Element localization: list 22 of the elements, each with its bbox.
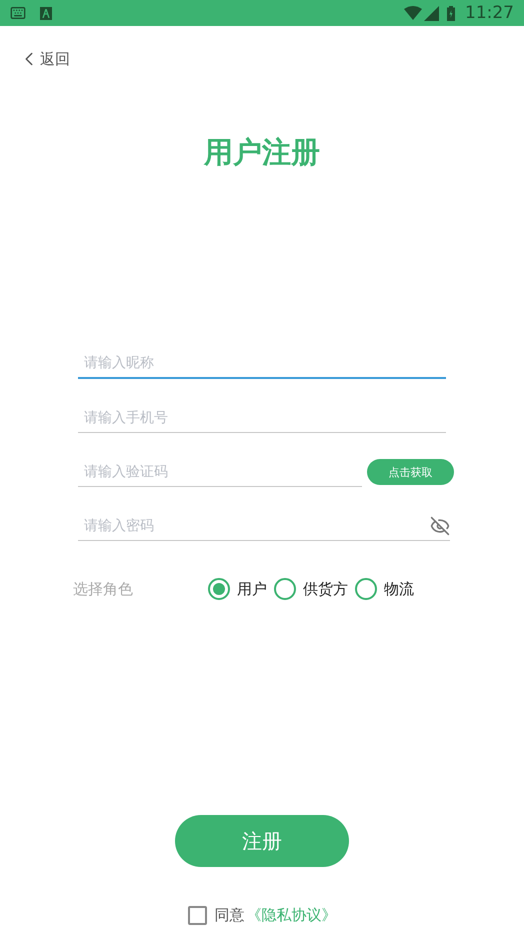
back-button[interactable]: 返回 [18,48,70,70]
clock: 11:27 [465,3,514,23]
page-title: 用户注册 [202,134,321,171]
role-label: 选择角色 [73,580,134,598]
role-option[interactable]: 供货方 [274,578,348,600]
wifi-icon [404,6,422,20]
checkbox[interactable] [188,906,206,924]
radio-button[interactable] [355,578,377,600]
role-option[interactable]: 物流 [355,578,414,600]
input-field[interactable]: 请输入手机号 [78,403,446,433]
battery-icon [447,6,455,20]
input-field[interactable]: 请输入昵称 [78,349,446,379]
input-field[interactable]: 请输入验证码 [78,457,362,487]
eye-off-icon[interactable] [430,516,450,536]
radio-button[interactable] [208,578,230,600]
app-icon [40,6,52,20]
keyboard-icon [10,5,26,21]
radio-button[interactable] [274,578,296,600]
signal-icon [424,6,439,20]
role-option[interactable]: 用户 [208,578,267,600]
password-field[interactable]: 请输入密码 [78,511,450,541]
agree-text: 同意 [214,906,244,924]
